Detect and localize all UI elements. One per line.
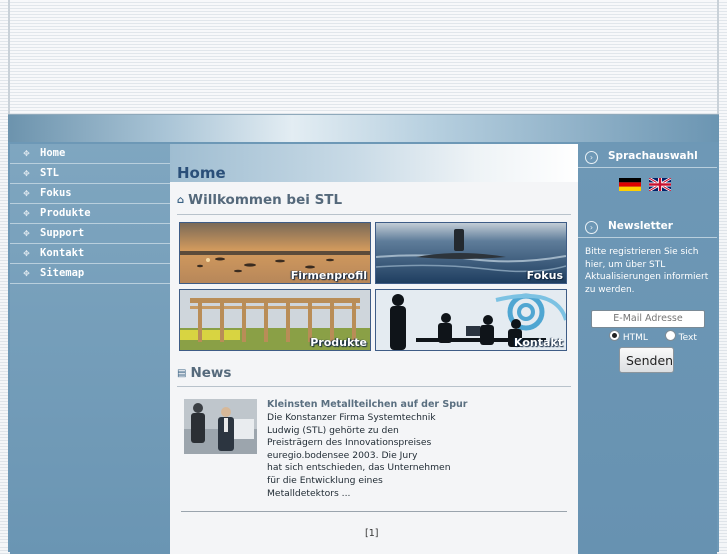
right-column: › Sprachauswahl › Newsletter Bitte regis…: [578, 144, 717, 554]
arrow-circle-icon: ›: [585, 151, 598, 164]
news-line: Preisträgern des Innovationspreises: [267, 437, 432, 449]
newsletter-heading: › Newsletter: [578, 217, 717, 237]
news-line: für die Entwicklung eines: [267, 474, 383, 486]
flag-german-icon[interactable]: [619, 178, 641, 191]
pagination-link[interactable]: [1]: [365, 528, 378, 539]
diamond-grid-icon: ✥: [23, 189, 30, 198]
news-heading-text: News: [190, 365, 232, 381]
tile-caption: Firmenprofil: [290, 269, 367, 282]
divider: [578, 167, 717, 168]
diamond-grid-icon: ✥: [23, 169, 30, 178]
document-icon: ▤: [177, 368, 187, 379]
email-field[interactable]: [591, 310, 705, 328]
nav-item-fokus[interactable]: ✥ Fokus: [10, 184, 170, 204]
newsletter-description: Bitte registrieren Sie sich hier, um übe…: [585, 247, 709, 295]
nav-item-sitemap[interactable]: ✥ Sitemap: [10, 264, 170, 284]
tile-produkte[interactable]: Produkte: [179, 289, 371, 351]
newsletter-heading-text: Newsletter: [608, 220, 673, 232]
divider: [177, 214, 571, 215]
tile-caption: Fokus: [526, 269, 563, 282]
tile-fokus[interactable]: Fokus: [375, 222, 567, 284]
page-title: Home: [177, 164, 226, 182]
main-content: Home ⌂ Willkommen bei STL Firmenprofil F…: [170, 144, 578, 554]
welcome-heading: ⌂ Willkommen bei STL: [177, 192, 342, 208]
diamond-grid-icon: ✥: [23, 229, 30, 238]
divider: [181, 511, 567, 512]
radio-html-label: HTML: [622, 333, 648, 343]
nav-item-home[interactable]: ✥ Home: [10, 144, 170, 164]
welcome-heading-text: Willkommen bei STL: [188, 192, 343, 208]
nav-item-stl[interactable]: ✥ STL: [10, 164, 170, 184]
nav-item-label: Fokus: [40, 187, 72, 199]
flag-english-icon[interactable]: [649, 178, 671, 191]
nav-item-label: Sitemap: [40, 267, 85, 279]
news-line: Ludwig (STL) gehörte zu den: [267, 424, 399, 436]
nav-item-produkte[interactable]: ✥ Produkte: [10, 204, 170, 224]
nav-item-label: STL: [40, 167, 59, 179]
tile-firmenprofil[interactable]: Firmenprofil: [179, 222, 371, 284]
nav-item-kontakt[interactable]: ✥ Kontakt: [10, 244, 170, 264]
tile-caption: Produkte: [310, 336, 367, 349]
sidebar-nav: ✥ Home ✥ STL ✥ Fokus ✥ Produkte ✥ Suppor…: [10, 144, 170, 554]
divider: [177, 386, 571, 387]
page-body: ✥ Home ✥ STL ✥ Fokus ✥ Produkte ✥ Suppor…: [8, 142, 719, 554]
nav-item-label: Produkte: [40, 207, 91, 219]
tile-caption: Kontakt: [514, 336, 563, 349]
language-heading: › Sprachauswahl: [578, 147, 717, 167]
news-title-link[interactable]: Kleinsten Metallteilchen auf der Spur: [267, 399, 468, 410]
news-line: hat sich entschieden, das Unternehmen: [267, 462, 451, 474]
main-header: [170, 144, 578, 182]
arrow-circle-icon: ›: [585, 221, 598, 234]
banner-frame-left: [8, 0, 10, 118]
news-line: Metalldetektors ...: [267, 487, 351, 499]
diamond-grid-icon: ✥: [23, 249, 30, 258]
tile-kontakt[interactable]: Kontakt: [375, 289, 567, 351]
news-photo[interactable]: [184, 399, 257, 454]
divider: [578, 237, 717, 238]
nav-item-label: Home: [40, 147, 66, 159]
radio-text-label: Text: [678, 333, 697, 343]
news-line: Die Konstanzer Firma Systemtechnik: [267, 412, 436, 423]
format-radio-group: HTML Text: [609, 330, 697, 343]
radio-html[interactable]: [609, 330, 620, 341]
diamond-grid-icon: ✥: [23, 149, 30, 158]
house-icon: ⌂: [177, 195, 185, 206]
diamond-grid-icon: ✥: [23, 209, 30, 218]
radio-text[interactable]: [664, 330, 676, 341]
banner-frame-right: [717, 0, 719, 118]
nav-item-label: Kontakt: [40, 247, 85, 259]
news-body: Die Konstanzer Firma Systemtechnik Ludwi…: [267, 412, 472, 500]
nav-item-support[interactable]: ✥ Support: [10, 224, 170, 244]
news-photo-image: [184, 399, 257, 454]
header-strip: [8, 114, 719, 143]
language-heading-text: Sprachauswahl: [608, 150, 698, 162]
news-line: euregio.bodensee 2003. Die Jury: [267, 449, 418, 461]
news-heading: ▤ News: [177, 365, 231, 381]
nav-item-label: Support: [40, 227, 85, 239]
send-button[interactable]: Senden: [619, 347, 674, 373]
diamond-grid-icon: ✥: [23, 269, 30, 278]
